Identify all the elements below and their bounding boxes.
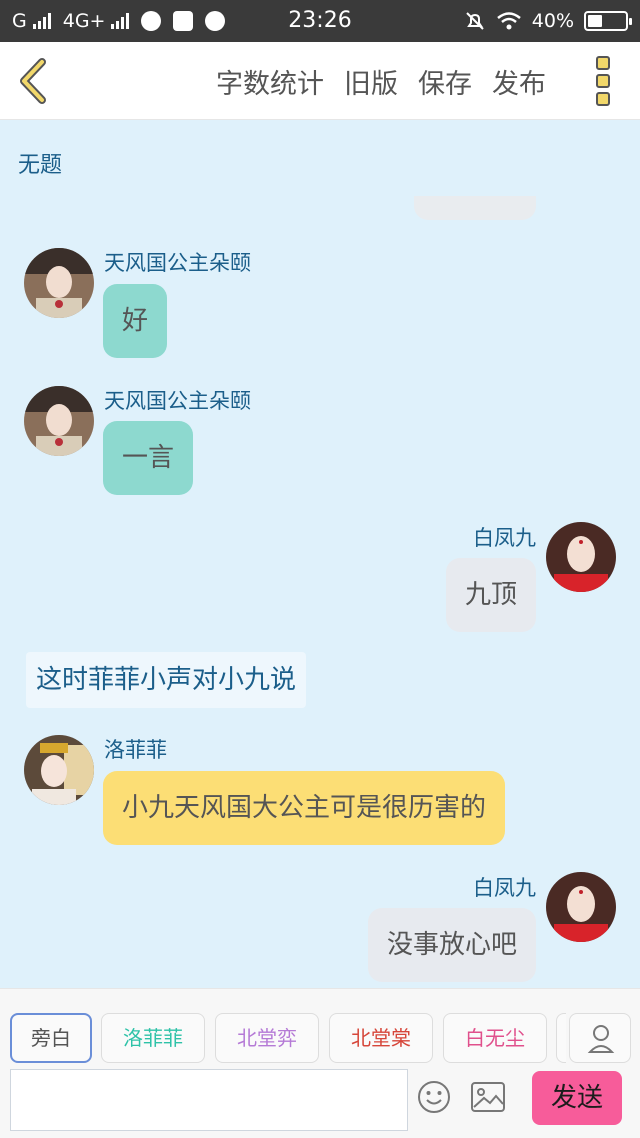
role-chip-bai-wuchen[interactable]: 白无尘 — [443, 1013, 547, 1063]
role-chip-beitang-tang[interactable]: 北堂棠 — [329, 1013, 433, 1063]
editor-toolbar: 字数统计 旧版 保存 发布 — [0, 42, 640, 120]
message-input[interactable] — [10, 1069, 408, 1131]
story-title-bar[interactable]: 无题 — [0, 120, 640, 198]
battery-icon — [584, 11, 632, 31]
mute-bell-icon — [466, 12, 484, 30]
save-button[interactable]: 保存 — [418, 62, 472, 101]
speaker-name: 洛菲菲 — [104, 738, 167, 762]
battery-fill — [588, 15, 603, 27]
avatar-princess[interactable] — [24, 248, 94, 318]
previous-message-bubble — [414, 196, 536, 220]
message-bubble[interactable]: 一言 — [103, 421, 194, 495]
status-right: 40% — [464, 0, 632, 42]
narration-text[interactable]: 这时菲菲小声对小九说 — [26, 652, 307, 708]
message-bubble[interactable]: 九顶 — [445, 558, 536, 632]
avatar-bai-fengjiu[interactable] — [546, 522, 616, 592]
speaker-name: 白凤九 — [473, 526, 536, 550]
back-icon[interactable] — [14, 56, 54, 106]
status-bar: G 4G+ 23:26 40% — [0, 0, 640, 42]
compose-panel: 旁白 洛菲菲 北堂弈 北堂棠 白无尘 发送 — [0, 988, 640, 1138]
story-title: 无题 — [18, 153, 63, 178]
message-bubble[interactable]: 小九天风国大公主可是很历害的 — [103, 771, 506, 845]
role-chip-luo-feifei[interactable]: 洛菲菲 — [101, 1013, 205, 1063]
speaker-name: 白凤九 — [473, 876, 536, 900]
toolbar-actions: 字数统计 旧版 保存 发布 — [216, 42, 566, 120]
publish-button[interactable]: 发布 — [492, 62, 546, 101]
battery-percent: 40% — [531, 10, 574, 32]
message-bubble[interactable]: 没事放心吧 — [367, 908, 536, 982]
send-button[interactable]: 发送 — [532, 1071, 622, 1125]
message-bubble[interactable]: 好 — [103, 284, 168, 358]
old-version-button[interactable]: 旧版 — [344, 62, 398, 101]
word-count-button[interactable]: 字数统计 — [216, 62, 324, 101]
role-chip-partial[interactable] — [556, 1013, 566, 1063]
speaker-name: 天风国公主朵颐 — [104, 389, 251, 413]
avatar-luo-feifei[interactable] — [24, 735, 94, 805]
wifi-icon — [496, 12, 521, 30]
image-icon[interactable] — [470, 1081, 506, 1113]
more-icon[interactable] — [594, 56, 614, 106]
person-icon[interactable] — [569, 1013, 631, 1063]
emoji-icon[interactable] — [416, 1079, 452, 1115]
avatar-princess[interactable] — [24, 386, 94, 456]
role-chip-beitang-yi[interactable]: 北堂弈 — [215, 1013, 319, 1063]
speaker-name: 天风国公主朵颐 — [104, 251, 251, 275]
role-chip-narrator[interactable]: 旁白 — [10, 1013, 92, 1063]
avatar-bai-fengjiu[interactable] — [546, 872, 616, 942]
